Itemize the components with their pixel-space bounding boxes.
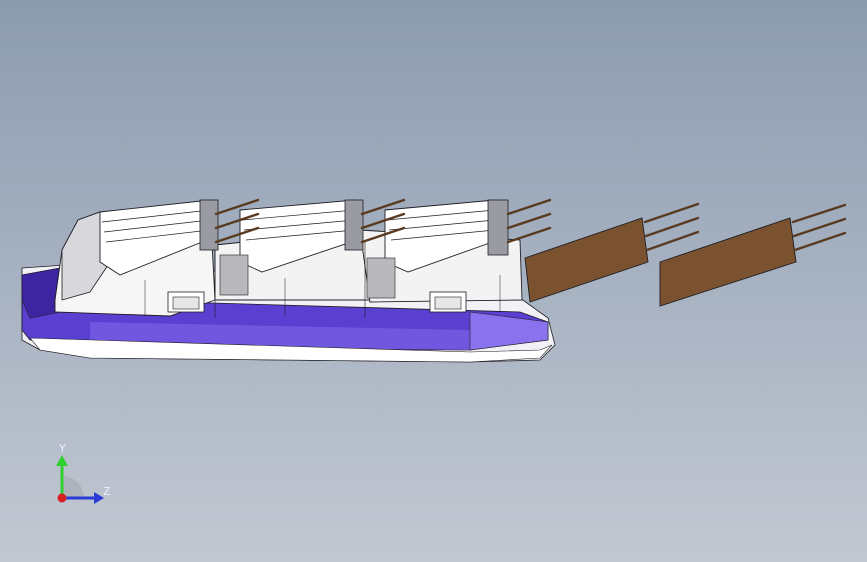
z-axis-label: Z [103,485,111,498]
orientation-triad: Y Z [40,438,130,518]
copper-plate-2 [659,203,847,307]
x-axis-dot-icon [57,493,67,503]
assembly-model[interactable] [0,0,867,562]
y-axis-label: Y [59,442,66,455]
pin-set-3 [506,198,552,244]
3d-viewport[interactable]: Y Z [0,0,867,562]
triad-plane-icon [62,476,84,498]
